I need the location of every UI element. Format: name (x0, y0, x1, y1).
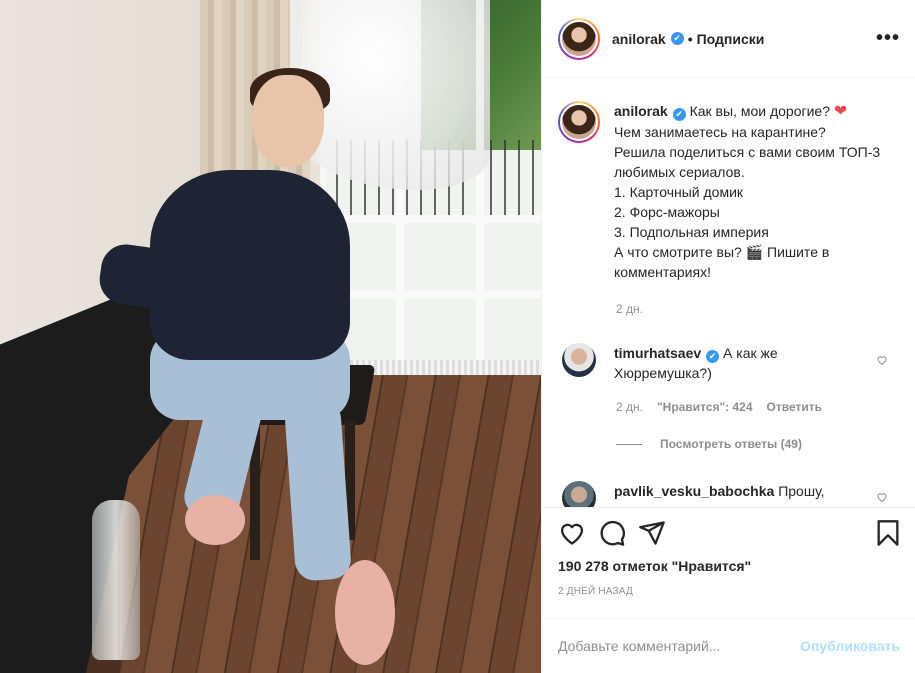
comment-body: Прошу, (778, 483, 825, 499)
reply-button[interactable]: Ответить (767, 400, 822, 414)
view-replies-label: Посмотреть ответы (49) (660, 437, 802, 451)
author-username[interactable]: anilorak (612, 31, 666, 47)
photo-slipper (335, 560, 395, 665)
commenter-avatar[interactable] (562, 481, 596, 507)
publish-button[interactable]: Опубликовать (800, 638, 900, 654)
comment-text: timurhatsaev ✔ А как же Хюрремушка?) (614, 343, 864, 383)
verified-icon: ✔ (706, 350, 720, 363)
photo-slipper (185, 495, 245, 545)
comment-likes[interactable]: "Нравится": 424 (657, 400, 753, 414)
more-icon[interactable]: ••• (876, 28, 900, 48)
comment-text: pavlik_vesku_babochka Прошу, (614, 481, 864, 507)
replies-line (616, 443, 642, 445)
caption-username[interactable]: anilorak (614, 103, 668, 119)
photo-vase (92, 500, 140, 660)
post-actions: 190 278 отметок "Нравится" 2 ДНЕЙ НАЗАД (542, 507, 915, 627)
post-caption: anilorak ✔ Как вы, мои дорогие? ❤ Чем зан… (558, 101, 903, 282)
comments-list[interactable]: anilorak ✔ Как вы, мои дорогие? ❤ Чем зан… (542, 79, 915, 507)
following-button[interactable]: Подписки (697, 31, 765, 47)
post-side-panel: anilorak ✔ • Подписки ••• anilorak ✔ Как … (541, 0, 915, 673)
heart-emoji-icon: ❤ (833, 103, 848, 120)
separator-dot: • (687, 30, 693, 47)
post-header: anilorak ✔ • Подписки ••• (542, 0, 915, 78)
likes-count[interactable]: 190 278 отметок "Нравится" (558, 558, 751, 574)
caption-avatar[interactable] (558, 101, 600, 143)
add-comment-bar: Опубликовать (542, 618, 915, 673)
comment-time[interactable]: 2 дн. (616, 400, 643, 414)
verified-icon: ✔ (670, 32, 684, 45)
bookmark-icon[interactable] (874, 519, 902, 547)
post-date[interactable]: 2 ДНЕЙ НАЗАД (558, 586, 633, 597)
comment-meta: 2 дн. "Нравится": 424 Ответить (616, 400, 822, 414)
comment-item: pavlik_vesku_babochka Прошу, (558, 481, 903, 507)
comment-icon[interactable] (598, 519, 626, 547)
comment-input[interactable] (558, 638, 801, 654)
share-icon[interactable] (638, 519, 666, 547)
instagram-post: anilorak ✔ • Подписки ••• anilorak ✔ Как … (0, 0, 915, 673)
like-comment-icon[interactable] (876, 491, 888, 503)
commenter-username[interactable]: pavlik_vesku_babochka (614, 483, 774, 499)
caption-first-line: Как вы, мои дорогие? (689, 103, 834, 119)
post-photo[interactable] (0, 0, 541, 673)
like-comment-icon[interactable] (876, 354, 888, 366)
photo-person-face (252, 75, 324, 167)
caption-time[interactable]: 2 дн. (616, 302, 643, 316)
commenter-avatar[interactable] (562, 343, 596, 377)
caption-text: anilorak ✔ Как вы, мои дорогие? ❤ Чем зан… (614, 101, 894, 282)
author-avatar[interactable] (558, 17, 600, 60)
heart-outline-icon[interactable] (558, 519, 586, 547)
comment-item: timurhatsaev ✔ А как же Хюрремушка?) (558, 343, 903, 383)
view-replies-button[interactable]: Посмотреть ответы (49) (616, 437, 802, 451)
commenter-username[interactable]: timurhatsaev (614, 345, 701, 361)
verified-icon: ✔ (672, 108, 686, 121)
caption-body: Чем занимаетесь на карантине? Решила под… (614, 124, 881, 280)
